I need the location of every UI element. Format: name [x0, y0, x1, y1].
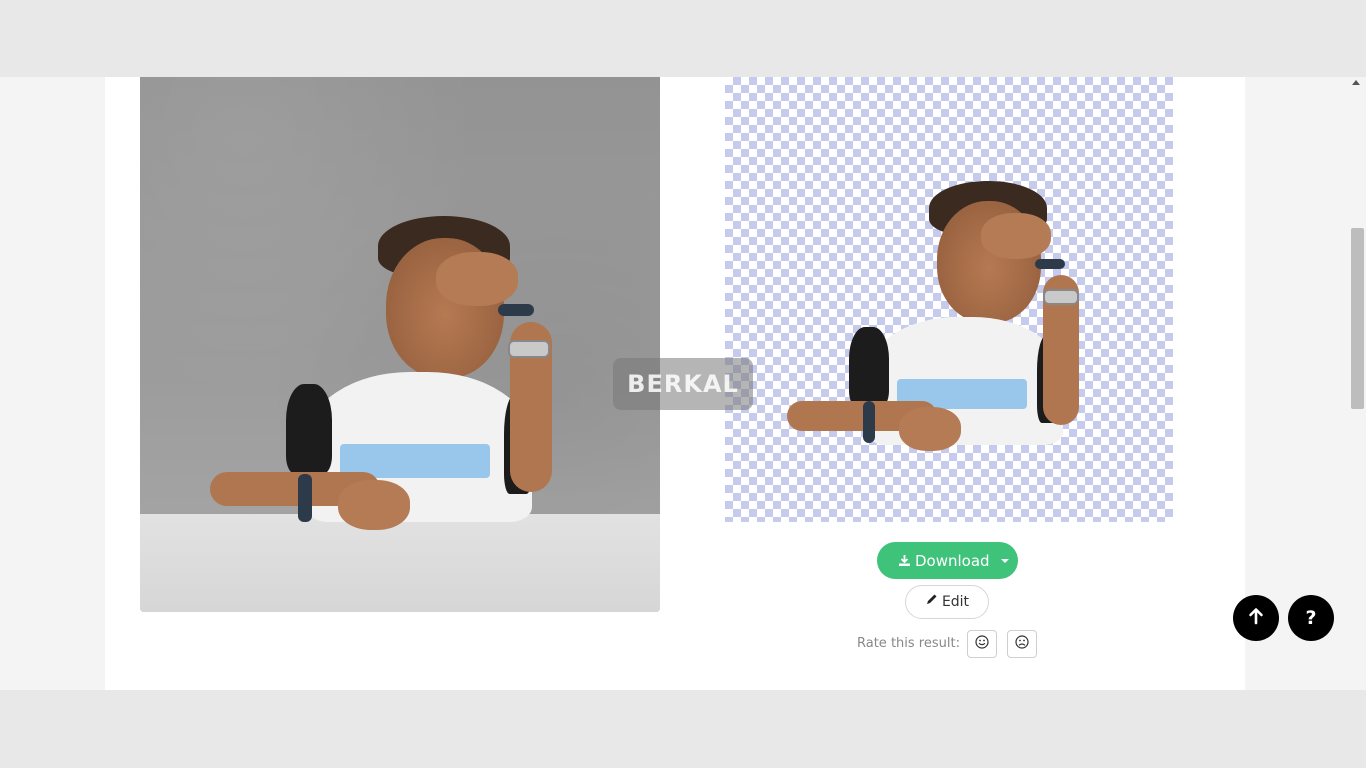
bracelet-right — [1035, 259, 1065, 269]
frown-icon — [1015, 634, 1029, 654]
download-label: Download — [915, 551, 990, 570]
rate-bad-button[interactable] — [1007, 630, 1037, 658]
scrollbar-thumb[interactable] — [1351, 228, 1364, 409]
original-image — [140, 77, 660, 612]
edit-label: Edit — [941, 594, 970, 610]
sleeve-left — [286, 384, 332, 474]
question-icon: ? — [1305, 607, 1317, 629]
top-band — [0, 0, 1366, 77]
pencil-icon — [925, 593, 938, 611]
download-icon — [898, 554, 911, 567]
watermark: BERKAL — [613, 358, 753, 410]
watch — [508, 340, 550, 358]
sleeve-left — [849, 327, 889, 407]
download-button[interactable]: Download — [877, 542, 990, 579]
bracelet-left — [298, 474, 312, 522]
download-button-group: Download — [877, 542, 1018, 579]
scrollbar-up-arrow[interactable] — [1352, 80, 1360, 85]
hand-left — [338, 480, 410, 530]
person-cutout — [787, 179, 1117, 469]
person-figure — [210, 212, 600, 542]
hand-on-forehead — [981, 213, 1051, 259]
rate-good-button[interactable] — [967, 630, 997, 658]
help-button[interactable]: ? — [1288, 595, 1334, 641]
smile-icon — [975, 634, 989, 654]
download-dropdown-toggle[interactable] — [992, 542, 1018, 579]
bracelet-right — [498, 304, 534, 316]
rate-label: Rate this result: — [857, 636, 960, 651]
bracelet-left — [863, 401, 875, 443]
arrow-up-icon — [1248, 607, 1264, 630]
caret-down-icon — [1001, 558, 1009, 563]
hand-left — [899, 407, 961, 451]
watch — [1043, 289, 1079, 305]
hand-on-forehead — [436, 252, 518, 306]
result-image — [725, 77, 1173, 522]
scroll-top-button[interactable] — [1233, 595, 1279, 641]
bottom-band — [0, 690, 1366, 768]
edit-button[interactable]: Edit — [905, 585, 989, 619]
